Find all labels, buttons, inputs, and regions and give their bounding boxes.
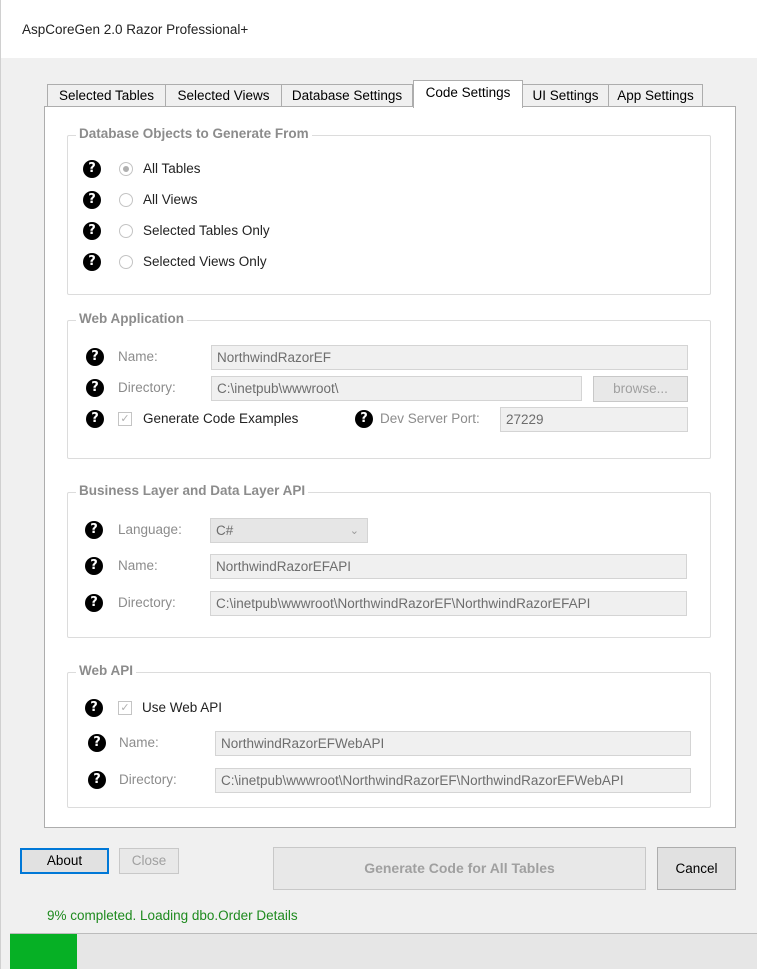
web-app-directory-label: Directory: (118, 380, 176, 395)
help-icon[interactable]: ? (83, 160, 101, 178)
help-icon[interactable]: ? (83, 191, 101, 209)
help-icon[interactable]: ? (86, 410, 104, 428)
help-icon[interactable]: ? (85, 699, 103, 717)
help-icon[interactable]: ? (88, 734, 106, 752)
business-layer-title: Business Layer and Data Layer API (76, 483, 309, 498)
help-icon[interactable]: ? (355, 410, 373, 428)
business-layer-group: Business Layer and Data Layer API ? Lang… (67, 483, 711, 638)
radio-all-views[interactable] (119, 193, 133, 207)
progress-bar (10, 933, 757, 969)
help-icon[interactable]: ? (88, 771, 106, 789)
help-icon[interactable]: ? (83, 222, 101, 240)
web-application-title: Web Application (76, 311, 188, 326)
help-icon[interactable]: ? (85, 594, 103, 612)
title-bar: AspCoreGen 2.0 Razor Professional+ (1, 0, 757, 58)
bl-directory-label: Directory: (118, 595, 176, 610)
web-app-directory-input[interactable]: C:\inetpub\wwwroot\ (211, 376, 582, 401)
help-icon[interactable]: ? (86, 379, 104, 397)
use-web-api-label: Use Web API (142, 700, 223, 715)
status-text: 9% completed. Loading dbo.Order Details (47, 908, 298, 923)
browse-button[interactable]: browse... (593, 376, 688, 402)
web-app-name-input[interactable]: NorthwindRazorEF (211, 345, 688, 370)
close-button[interactable]: Close (119, 848, 179, 874)
bl-name-input[interactable]: NorthwindRazorEFAPI (210, 554, 687, 579)
chevron-down-icon: ⌄ (349, 524, 359, 537)
tab-selected-tables[interactable]: Selected Tables (47, 84, 166, 107)
window-title: AspCoreGen 2.0 Razor Professional+ (22, 22, 249, 37)
radio-selected-views-only-label: Selected Views Only (143, 254, 267, 269)
radio-all-tables-label: All Tables (143, 161, 201, 176)
wa-name-input[interactable]: NorthwindRazorEFWebAPI (215, 731, 691, 756)
dev-server-port-input[interactable]: 27229 (500, 407, 688, 432)
radio-all-views-label: All Views (143, 192, 198, 207)
db-objects-title: Database Objects to Generate From (76, 126, 312, 141)
tab-database-settings[interactable]: Database Settings (281, 84, 413, 107)
help-icon[interactable]: ? (83, 253, 101, 271)
radio-selected-tables-only[interactable] (119, 224, 133, 238)
help-icon[interactable]: ? (86, 348, 104, 366)
cancel-button[interactable]: Cancel (657, 847, 736, 890)
language-label: Language: (118, 522, 182, 537)
bl-name-label: Name: (118, 558, 158, 573)
radio-all-tables[interactable] (119, 162, 133, 176)
web-api-group: Web API ? ✓ Use Web API ? Name: Northwin… (67, 663, 711, 808)
wa-name-label: Name: (119, 735, 159, 750)
generate-examples-checkbox[interactable]: ✓ (118, 412, 132, 426)
web-app-name-label: Name: (118, 349, 158, 364)
web-api-title: Web API (76, 663, 137, 678)
generate-code-button[interactable]: Generate Code for All Tables (273, 847, 646, 890)
db-objects-group: Database Objects to Generate From ? All … (67, 126, 711, 295)
progress-fill (10, 934, 78, 969)
tab-ui-settings[interactable]: UI Settings (522, 84, 609, 107)
tab-app-settings[interactable]: App Settings (608, 84, 703, 107)
language-dropdown[interactable]: C# ⌄ (210, 518, 368, 543)
generate-examples-label: Generate Code Examples (143, 411, 299, 426)
bl-directory-input[interactable]: C:\inetpub\wwwroot\NorthwindRazorEF\Nort… (210, 591, 687, 616)
help-icon[interactable]: ? (85, 557, 103, 575)
about-button[interactable]: About (20, 848, 109, 874)
language-value: C# (216, 523, 234, 538)
code-settings-panel: Database Objects to Generate From ? All … (44, 106, 736, 828)
wa-directory-input[interactable]: C:\inetpub\wwwroot\NorthwindRazorEF\Nort… (215, 768, 691, 793)
wa-directory-label: Directory: (119, 772, 177, 787)
use-web-api-checkbox[interactable]: ✓ (118, 701, 132, 715)
app-window: AspCoreGen 2.0 Razor Professional+ Selec… (0, 0, 757, 969)
web-application-group: Web Application ? Name: NorthwindRazorEF… (67, 311, 711, 459)
tab-selected-views[interactable]: Selected Views (165, 84, 282, 107)
radio-selected-views-only[interactable] (119, 255, 133, 269)
tab-code-settings[interactable]: Code Settings (413, 80, 523, 108)
help-icon[interactable]: ? (85, 521, 103, 539)
radio-selected-tables-only-label: Selected Tables Only (143, 223, 270, 238)
dev-server-port-label: Dev Server Port: (380, 411, 480, 426)
